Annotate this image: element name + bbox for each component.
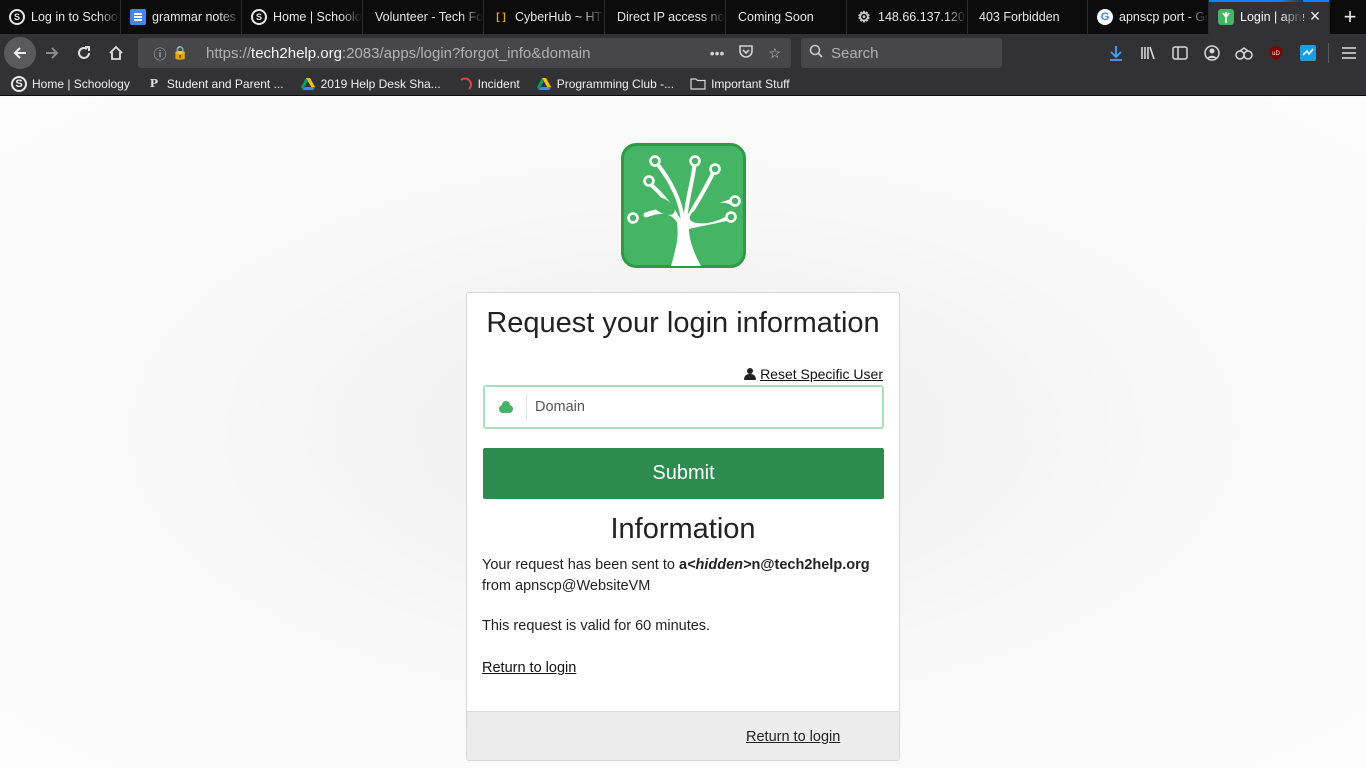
tab-403-forbidden[interactable]: 403 Forbidden xyxy=(968,0,1088,34)
tab-apnscp-port[interactable]: G apnscp port - Google xyxy=(1088,0,1209,34)
page-viewport: Request your login information Reset Spe… xyxy=(0,97,1366,768)
user-icon xyxy=(744,367,757,381)
home-button[interactable] xyxy=(100,37,132,69)
tab-home-schoology[interactable]: S Home | Schoology xyxy=(242,0,363,34)
url-bar[interactable]: ⓘ 🔒 https://tech2help.org:2083/apps/logi… xyxy=(138,38,791,68)
info-icon[interactable]: ⓘ xyxy=(148,44,172,63)
search-bar[interactable]: Search xyxy=(801,38,1002,68)
arrow-right-icon xyxy=(46,47,59,59)
tab-cyberhub[interactable]: [ ] CyberHub ~ HTML xyxy=(484,0,605,34)
cloud-icon xyxy=(498,400,513,413)
bookmark-label: Important Stuff xyxy=(711,76,790,91)
tab-label: 403 Forbidden xyxy=(979,10,1060,24)
google-docs-icon xyxy=(130,9,146,25)
tab-schoology-login[interactable]: S Log in to Schoology xyxy=(0,0,121,34)
tab-ip-address[interactable]: ⚙ 148.66.137.120 xyxy=(847,0,968,34)
masked-email: a<hidden>n@tech2help.org xyxy=(678,557,870,573)
folder-icon xyxy=(690,76,706,92)
bookmark-label: Student and Parent ... xyxy=(166,76,284,91)
bookmark-home-schoology[interactable]: S Home | Schoology xyxy=(11,75,130,92)
bookmark-incident[interactable]: Incident xyxy=(457,76,520,92)
bookmark-label: Programming Club -... xyxy=(556,76,675,91)
bookmark-label: Incident xyxy=(477,76,520,91)
bookmark-star-icon[interactable]: ☆ xyxy=(768,45,781,62)
tab-coming-soon[interactable]: Coming Soon xyxy=(726,0,847,34)
bookmark-label: Home | Schoology xyxy=(32,76,130,91)
bookmark-student-parent[interactable]: P Student and Parent ... xyxy=(146,76,284,92)
domain-input[interactable] xyxy=(527,388,882,426)
info-message: Your request has been sent to a<hidden>n… xyxy=(482,557,870,594)
gear-icon: ⚙ xyxy=(857,9,871,26)
home-icon xyxy=(109,45,123,60)
arrow-left-icon xyxy=(13,47,26,59)
bookmark-label: 2019 Help Desk Sha... xyxy=(320,76,441,91)
search-icon xyxy=(809,44,823,62)
reload-button[interactable] xyxy=(68,37,100,69)
sidebar-icon[interactable] xyxy=(1164,38,1196,68)
google-icon: G xyxy=(1097,9,1113,25)
tab-strip: S Log in to Schoology grammar notes S Ho… xyxy=(0,0,1366,34)
back-button[interactable] xyxy=(4,37,36,69)
schoology-icon: S xyxy=(11,75,27,92)
servicenow-icon xyxy=(457,76,473,92)
schoology-icon: S xyxy=(251,9,267,25)
google-drive-icon xyxy=(536,76,552,92)
apnscp-logo xyxy=(621,143,746,268)
extension-blue-icon[interactable] xyxy=(1292,38,1324,68)
footer-return-to-login-link[interactable]: Return to login xyxy=(746,729,840,745)
close-tab-icon[interactable]: × xyxy=(1307,7,1323,25)
tab-volunteer[interactable]: Volunteer - Tech For xyxy=(363,0,484,34)
login-info-card: Request your login information Reset Spe… xyxy=(466,292,900,761)
tab-label: Coming Soon xyxy=(738,10,814,24)
ublock-icon[interactable]: uD xyxy=(1260,38,1292,68)
tree-icon xyxy=(1218,9,1234,25)
pocket-icon[interactable] xyxy=(738,44,754,62)
bookmark-important-stuff[interactable]: Important Stuff xyxy=(690,76,790,92)
tab-grammar-notes[interactable]: grammar notes xyxy=(121,0,242,34)
powerschool-icon: P xyxy=(149,77,158,90)
navigation-toolbar: ⓘ 🔒 https://tech2help.org:2083/apps/logi… xyxy=(0,34,1366,72)
insecure-lock-icon[interactable]: 🔒 xyxy=(172,45,192,61)
google-drive-icon xyxy=(300,76,316,92)
bookmarks-toolbar: S Home | Schoology P Student and Parent … xyxy=(0,72,1366,96)
search-placeholder: Search xyxy=(831,44,879,62)
page-title: Request your login information xyxy=(486,307,880,339)
new-tab-button[interactable]: + xyxy=(1334,0,1366,34)
reload-icon xyxy=(78,46,90,59)
reset-link-label: Reset Specific User xyxy=(760,366,883,382)
return-to-login-link[interactable]: Return to login xyxy=(482,660,576,676)
code-icon: [ ] xyxy=(496,11,506,23)
bookmark-programming-club[interactable]: Programming Club -... xyxy=(536,76,674,92)
account-icon[interactable] xyxy=(1196,38,1228,68)
tab-login-apnscp[interactable]: Login | apnscp × xyxy=(1209,0,1330,34)
extension-icon[interactable] xyxy=(1228,38,1260,68)
hamburger-menu-icon[interactable] xyxy=(1333,38,1365,68)
library-icon[interactable] xyxy=(1132,38,1164,68)
url-text[interactable]: https://tech2help.org:2083/apps/login?fo… xyxy=(206,45,590,62)
download-icon[interactable] xyxy=(1100,38,1132,68)
domain-addon xyxy=(485,394,527,420)
card-footer: Return to login xyxy=(467,711,899,760)
bookmark-help-desk[interactable]: 2019 Help Desk Sha... xyxy=(300,76,441,92)
tab-direct-ip[interactable]: Direct IP access not xyxy=(605,0,726,34)
schoology-icon: S xyxy=(9,9,25,25)
domain-field[interactable] xyxy=(483,385,884,429)
submit-button[interactable]: Submit xyxy=(483,448,884,499)
svg-text:uD: uD xyxy=(1272,51,1280,57)
information-heading: Information xyxy=(610,513,756,545)
forward-button[interactable] xyxy=(36,37,68,69)
validity-message: This request is valid for 60 minutes. xyxy=(482,618,711,634)
page-actions-icon[interactable]: ••• xyxy=(710,45,725,62)
reset-specific-user-link[interactable]: Reset Specific User xyxy=(744,366,883,382)
